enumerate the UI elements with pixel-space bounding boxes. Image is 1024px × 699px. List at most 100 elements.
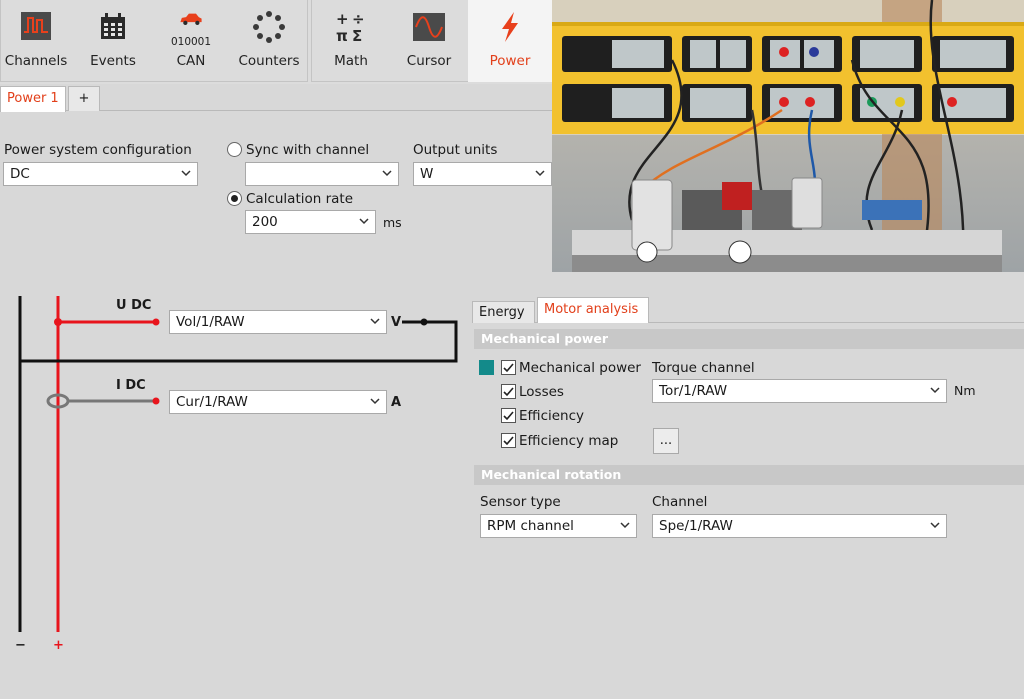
efficiency-map-checkbox[interactable] [501, 433, 516, 448]
i-dc-label: I DC [116, 378, 146, 393]
voltage-return-dot [420, 318, 428, 326]
calc-rate-label: Calculation rate [246, 191, 354, 207]
checkmark-icon [503, 363, 514, 373]
toolbar-group-acquisition: Channels Events 010001 CAN Counters [0, 0, 308, 82]
chevron-down-icon [370, 398, 380, 405]
events-button[interactable]: Events [73, 0, 153, 82]
power-label: Power [489, 53, 531, 69]
test-bench-photo [552, 0, 1024, 272]
plus-terminal-label: + [53, 638, 64, 653]
efficiency-checkbox[interactable] [501, 408, 516, 423]
rotation-channel-select[interactable]: Spe/1/RAW [652, 514, 947, 538]
analysis-tabs: Energy Motor analysis [472, 297, 1024, 323]
torque-channel-label: Torque channel [652, 360, 755, 376]
checkmark-icon [503, 387, 514, 397]
output-units-select[interactable]: W [413, 162, 552, 186]
chevron-down-icon [620, 522, 630, 529]
calc-rate-radio[interactable] [227, 191, 242, 206]
efficiency-map-label: Efficiency map [519, 433, 619, 449]
cursor-label: Cursor [406, 53, 452, 69]
sync-channel-select[interactable] [245, 162, 399, 186]
efficiency-map-settings-button[interactable]: ... [653, 428, 679, 454]
mechanical-rotation-header: Mechanical rotation [474, 465, 1024, 485]
chevron-down-icon [930, 387, 940, 394]
current-channel-select[interactable]: Cur/1/RAW [169, 390, 387, 414]
circuit-diagram [18, 296, 458, 632]
mechanical-power-label: Mechanical power [519, 360, 641, 376]
torque-unit: Nm [954, 383, 976, 398]
checkmark-icon [503, 436, 514, 446]
power-button[interactable]: Power [468, 0, 552, 82]
calendar-icon [101, 13, 125, 39]
current-unit: A [391, 395, 402, 410]
losses-checkbox[interactable] [501, 384, 516, 399]
voltage-unit: V [391, 315, 402, 330]
tab-power-1[interactable]: Power 1 [0, 86, 66, 112]
sync-radio[interactable] [227, 142, 242, 157]
chevron-down-icon [382, 170, 392, 177]
rotation-channel-value: Spe/1/RAW [659, 518, 733, 534]
voltage-channel-select[interactable]: Vol/1/RAW [169, 310, 387, 334]
mechanical-power-checkbox[interactable] [501, 360, 516, 375]
sensor-type-select[interactable]: RPM channel [480, 514, 637, 538]
channels-icon [21, 12, 51, 40]
torque-channel-value: Tor/1/RAW [659, 383, 728, 399]
output-units-label: Output units [413, 142, 498, 158]
calc-rate-value: 200 [252, 214, 278, 230]
chevron-down-icon [359, 218, 369, 225]
calc-rate-select[interactable]: 200 [245, 210, 376, 234]
math-button[interactable]: + ÷ π Σ Math [312, 0, 390, 82]
mechanical-power-color-swatch[interactable] [479, 360, 494, 375]
toolbar-group-analysis: + ÷ π Σ Math Cursor Power [311, 0, 552, 82]
svg-text:π: π [336, 27, 348, 44]
waveform-icon [413, 13, 445, 41]
minus-terminal-label: − [15, 638, 26, 653]
test-bench-image [552, 0, 1024, 272]
chevron-down-icon [535, 170, 545, 177]
svg-text:Σ: Σ [352, 27, 362, 44]
cursor-button[interactable]: Cursor [390, 0, 468, 82]
losses-label: Losses [519, 384, 564, 400]
voltage-channel-value: Vol/1/RAW [176, 314, 245, 330]
can-button[interactable]: 010001 CAN [153, 0, 229, 82]
chevron-down-icon [181, 170, 191, 177]
mechanical-power-header: Mechanical power [474, 329, 1024, 349]
tab-motor-analysis[interactable]: Motor analysis [537, 297, 649, 323]
voltage-probe-dot [152, 318, 160, 326]
svg-text:÷: ÷ [352, 10, 365, 28]
output-units-value: W [420, 166, 434, 182]
counters-button[interactable]: Counters [231, 0, 307, 82]
chevron-down-icon [930, 522, 940, 529]
efficiency-label: Efficiency [519, 408, 585, 424]
events-label: Events [90, 53, 136, 69]
current-channel-value: Cur/1/RAW [176, 394, 248, 410]
sensor-type-value: RPM channel [487, 518, 574, 534]
voltage-tap-node [54, 318, 62, 326]
checkmark-icon [503, 411, 514, 421]
svg-text:+: + [336, 10, 349, 28]
channels-label: Channels [4, 53, 68, 69]
torque-channel-select[interactable]: Tor/1/RAW [652, 379, 947, 403]
rotation-channel-label: Channel [652, 494, 708, 510]
toolbar: Channels Events 010001 CAN Counters + ÷ … [0, 0, 552, 84]
math-label: Math [334, 53, 368, 69]
power-tabs: Power 1 + [0, 85, 552, 112]
calc-rate-unit: ms [383, 215, 402, 230]
current-probe-dot [152, 397, 160, 405]
math-icon: + ÷π Σ [336, 10, 365, 44]
add-tab-button[interactable]: + [68, 86, 100, 111]
sync-label: Sync with channel [246, 142, 370, 158]
chevron-down-icon [370, 318, 380, 325]
sensor-type-label: Sensor type [480, 494, 561, 510]
car-icon [180, 13, 202, 25]
lightning-icon [502, 12, 518, 42]
tab-energy[interactable]: Energy [472, 301, 535, 323]
channels-button[interactable]: Channels [1, 0, 71, 82]
counters-label: Counters [238, 53, 300, 69]
can-code: 010001 [170, 36, 212, 48]
u-dc-label: U DC [116, 298, 152, 313]
power-system-value: DC [10, 166, 30, 182]
power-system-select[interactable]: DC [3, 162, 198, 186]
can-label: CAN [176, 53, 206, 69]
power-system-label: Power system configuration [4, 142, 192, 158]
